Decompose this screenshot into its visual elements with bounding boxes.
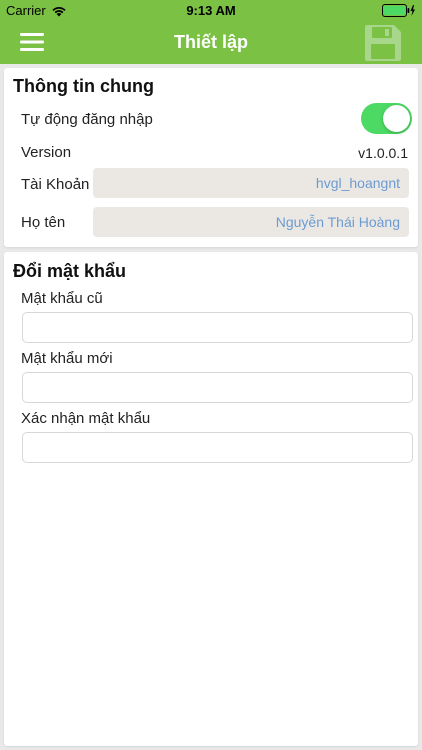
general-info-card: Thông tin chung Tự động đăng nhập Versio…	[4, 68, 418, 247]
confirm-password-input[interactable]	[22, 432, 413, 463]
auto-login-toggle[interactable]	[361, 103, 412, 134]
page-title: Thiết lập	[173, 32, 248, 52]
new-password-input[interactable]	[22, 372, 413, 403]
general-section-title: Thông tin chung	[13, 76, 154, 96]
old-password-input[interactable]	[22, 312, 413, 343]
password-section-title: Đổi mật khẩu	[13, 261, 127, 281]
toggle-knob	[383, 105, 410, 132]
version-value: v1.0.0.1	[358, 145, 408, 161]
navigation-bar: Thiết lập	[0, 22, 422, 64]
battery-charging-icon	[382, 4, 415, 17]
account-label: Tài Khoản	[21, 176, 90, 193]
status-bar: Carrier 9:13 AM	[0, 0, 422, 22]
new-password-label: Mật khẩu mới	[21, 350, 113, 367]
fullname-label: Họ tên	[21, 214, 66, 231]
account-field: hvgl_hoangnt	[93, 168, 409, 198]
old-password-label: Mật khẩu cũ	[21, 290, 103, 307]
confirm-password-label: Xác nhận mật khẩu	[21, 410, 151, 427]
version-label: Version	[21, 144, 72, 161]
status-time: 9:13 AM	[186, 3, 236, 18]
change-password-card: Đổi mật khẩu Mật khẩu cũ Mật khẩu mới Xá…	[4, 252, 418, 746]
fullname-field: Nguyễn Thái Hoàng	[93, 207, 409, 237]
auto-login-label: Tự động đăng nhập	[21, 111, 153, 128]
floppy-disk-icon[interactable]	[364, 24, 402, 62]
app-header: Carrier 9:13 AM Thiết lập	[0, 0, 422, 64]
